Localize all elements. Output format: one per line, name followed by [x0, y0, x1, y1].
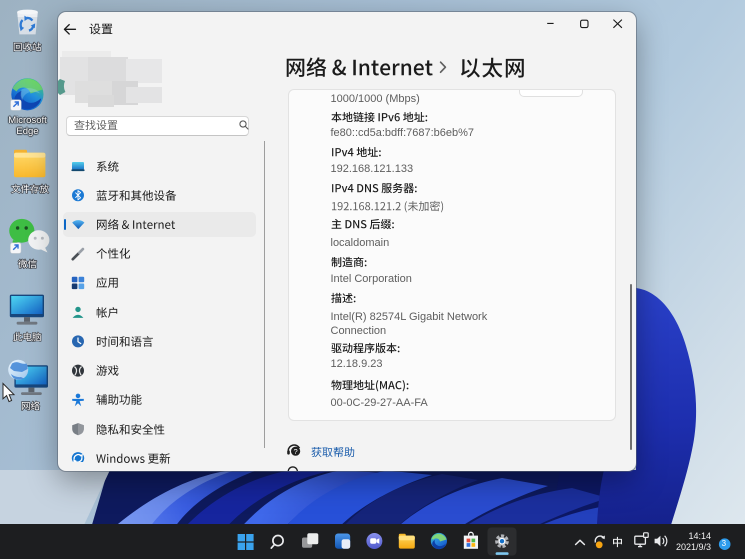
- svg-text:?: ?: [294, 447, 298, 456]
